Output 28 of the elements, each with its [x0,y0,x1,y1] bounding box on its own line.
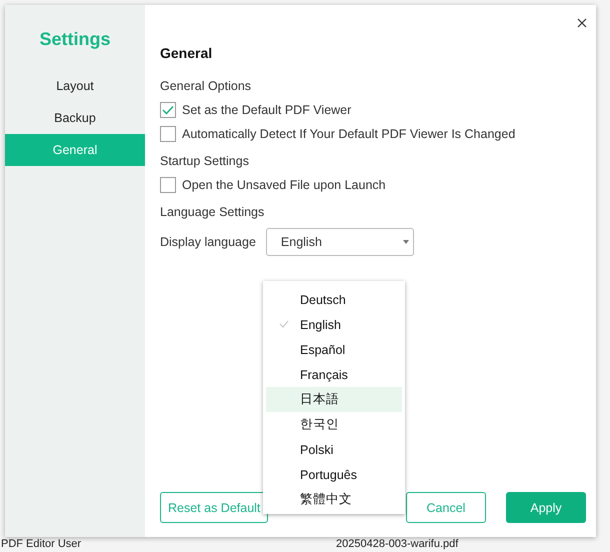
language-option[interactable]: 한국인 [266,412,402,437]
settings-title: Settings [38,29,112,50]
checkbox-label: Automatically Detect If Your Default PDF Viewer Is Changed [182,127,516,141]
group-title: Startup Settings [160,154,250,168]
section-heading: General [160,45,214,61]
language-option[interactable]: Deutsch [266,287,402,312]
checkbox[interactable] [160,102,176,118]
language-option[interactable]: Português [266,462,402,487]
language-option[interactable]: Español [266,337,402,362]
file-info-text: PDF Editor User [1,538,82,550]
language-option[interactable]: English [266,312,402,337]
group-title: Language Settings [160,205,266,219]
checkbox-label: Open the Unsaved File upon Launch [182,178,386,192]
language-dropdown[interactable]: English [266,228,414,256]
close-icon[interactable] [575,16,589,30]
language-option[interactable]: 繁體中文 [266,487,402,512]
language-option[interactable]: Français [266,362,402,387]
file-info-text: 20250428-003-warifu.pdf [336,538,458,550]
checkbox[interactable] [160,126,176,142]
checkbox[interactable] [160,177,176,193]
sidebar-tab[interactable]: Layout [5,70,145,102]
sidebar-tab[interactable]: Backup [5,102,145,134]
group-title: General Options [160,79,252,93]
language-option[interactable]: 日本語 [266,387,402,412]
language-option[interactable]: Polski [266,437,402,462]
display-language-label: Display language [160,235,256,249]
checkbox-label: Set as the Default PDF Viewer [182,103,352,117]
caret-icon [402,240,409,244]
